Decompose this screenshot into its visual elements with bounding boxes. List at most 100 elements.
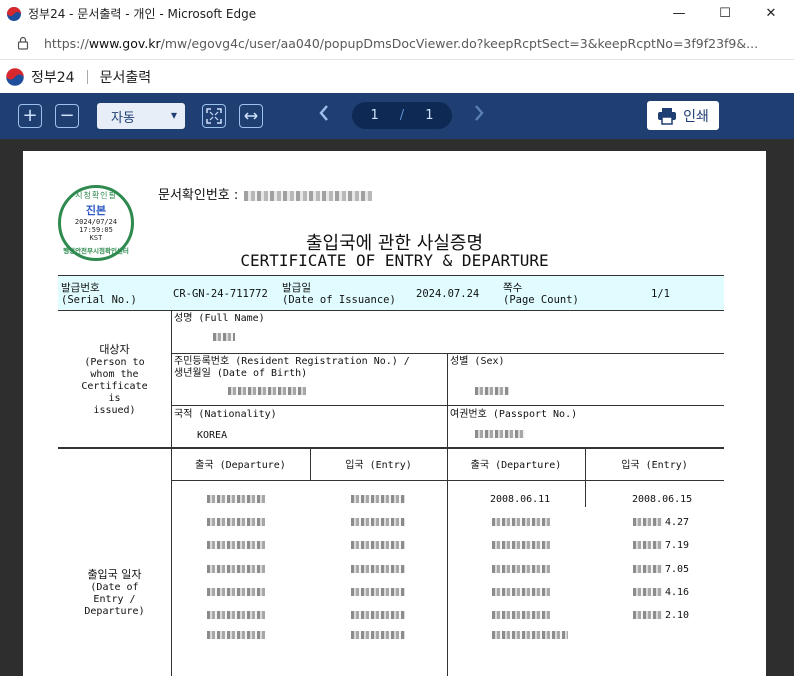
gov24-brand-icon — [5, 67, 25, 86]
page-indicator[interactable]: 1 / 1 — [352, 102, 452, 129]
fit-page-button[interactable] — [202, 104, 226, 128]
current-page[interactable]: 1 — [371, 108, 379, 123]
total-pages: 1 — [425, 108, 434, 123]
next-page-button[interactable] — [473, 104, 485, 127]
redacted-birth-date — [228, 387, 306, 395]
gov24-logo-icon — [7, 6, 21, 21]
document-number: 문서확인번호 : — [158, 184, 373, 203]
redacted-date — [633, 588, 663, 596]
col-header-entry: 입국 (Entry) — [345, 460, 412, 471]
zoom-select[interactable]: 자동 ▾ — [97, 103, 185, 129]
redacted-passport — [475, 430, 525, 438]
passport-label: 여권번호 (Passport No.) — [450, 409, 578, 420]
redacted-date — [633, 541, 663, 549]
sex-label: 성별 (Sex) — [450, 356, 505, 367]
fit-width-icon — [244, 112, 258, 120]
fit-page-icon — [206, 108, 222, 124]
chevron-down-icon: ▾ — [170, 108, 177, 122]
redacted-date — [351, 541, 405, 549]
redacted-date — [351, 588, 405, 596]
chevron-left-icon — [319, 105, 328, 121]
date-cell-partial: 7.05 — [665, 564, 690, 575]
date-cell-partial: 2.10 — [665, 610, 690, 621]
name-label: 성명 (Full Name) — [174, 313, 265, 324]
issuance-info-band: 발급번호 (Serial No.) CR-GN-24-711772 발급일 (Dat… — [58, 275, 724, 311]
rrn-label: 주민등록번호 (Resident Registration No.) / 생년월일… — [174, 356, 410, 379]
redacted-date — [207, 565, 265, 573]
col-header-entry-2: 입국 (Entry) — [621, 460, 688, 471]
page-separator: / — [399, 108, 405, 123]
print-label: 인쇄 — [683, 108, 709, 125]
serial-label: 발급번호 (Serial No.) — [61, 282, 137, 306]
seal-center-text: 진본 — [85, 204, 107, 217]
date-cell-partial: 4.27 — [665, 517, 690, 528]
site-header: 정부24 문서출력 — [0, 60, 794, 93]
column-divider — [447, 353, 448, 447]
redacted-date — [207, 518, 265, 526]
title-english: CERTIFICATE OF ENTRY & DEPARTURE — [240, 251, 549, 270]
printer-icon — [658, 107, 677, 125]
issuance-value: 2024.07.24 — [416, 288, 480, 300]
seal-date: 2024/07/24 — [74, 218, 118, 226]
plus-icon: + — [22, 105, 38, 126]
col-header-departure: 출국 (Departure) — [195, 460, 286, 471]
redacted-date — [351, 611, 405, 619]
close-button[interactable]: ✕ — [748, 0, 794, 27]
dates-label: 출입국 일자 (Date of Entry / Departure) — [84, 568, 145, 618]
url-text[interactable]: https://www.gov.kr/mw/egovg4c/user/aa040… — [44, 36, 774, 51]
chevron-right-icon — [475, 105, 484, 121]
nationality-label: 국적 (Nationality) — [174, 409, 277, 420]
page-count-value: 1/1 — [651, 288, 670, 300]
redacted-date — [492, 541, 550, 549]
minimize-button[interactable]: — — [656, 0, 702, 27]
print-button[interactable]: 인쇄 — [647, 101, 719, 130]
zoom-select-value: 자동 — [111, 110, 135, 126]
redacted-date — [351, 631, 405, 639]
zoom-in-button[interactable]: + — [18, 104, 42, 128]
redacted-name — [213, 333, 235, 341]
redacted-date — [492, 588, 550, 596]
page-subtitle: 문서출력 — [99, 69, 152, 86]
nationality-value: KOREA — [197, 430, 228, 441]
redacted-date — [351, 565, 405, 573]
serial-value: CR-GN-24-711772 — [173, 288, 268, 300]
fit-width-button[interactable] — [239, 104, 263, 128]
seal-top-text: 시청확인필 — [75, 191, 117, 200]
address-bar[interactable]: https://www.gov.kr/mw/egovg4c/user/aa040… — [0, 27, 794, 60]
redacted-date — [351, 495, 405, 503]
redacted-date — [351, 518, 405, 526]
redacted-date — [207, 495, 265, 503]
header-divider — [86, 69, 88, 84]
zoom-out-button[interactable]: − — [55, 104, 79, 128]
prev-page-button[interactable] — [318, 104, 330, 127]
window-title: 정부24 - 문서출력 - 개인 - Microsoft Edge — [28, 7, 257, 21]
redacted-sex — [475, 387, 509, 395]
redacted-date — [492, 565, 550, 573]
subject-label: 대상자 (Person to whom the Certificate is i… — [81, 343, 148, 417]
issuance-label: 발급일 (Date of Issuance) — [282, 282, 396, 306]
document-page: 시청확인필 진본 2024/07/24 17:59:05 KST 행정안전부시점… — [23, 151, 766, 676]
redacted-date — [492, 518, 550, 526]
col-header-departure-2: 출국 (Departure) — [470, 460, 562, 471]
brand-name[interactable]: 정부24 — [31, 67, 75, 87]
lock-icon — [17, 36, 29, 50]
date-cell-partial: 4.16 — [665, 587, 690, 598]
redacted-date — [492, 611, 550, 619]
redacted-date — [492, 631, 568, 639]
redacted-date — [633, 518, 663, 526]
redacted-date — [207, 611, 265, 619]
section-divider — [58, 447, 724, 449]
redacted-doc-number — [244, 190, 373, 201]
date-cell: 2008.06.11 — [490, 494, 551, 505]
column-divider — [585, 449, 586, 507]
column-divider — [171, 310, 172, 676]
doc-number-label: 문서확인번호 : — [158, 188, 239, 203]
redacted-date — [207, 631, 265, 639]
maximize-button[interactable]: ☐ — [702, 0, 748, 27]
redacted-date — [207, 588, 265, 596]
redacted-date — [633, 565, 663, 573]
redacted-date — [633, 611, 663, 619]
date-cell: 2008.06.15 — [632, 494, 693, 505]
column-divider — [447, 449, 448, 676]
redacted-date — [207, 541, 265, 549]
